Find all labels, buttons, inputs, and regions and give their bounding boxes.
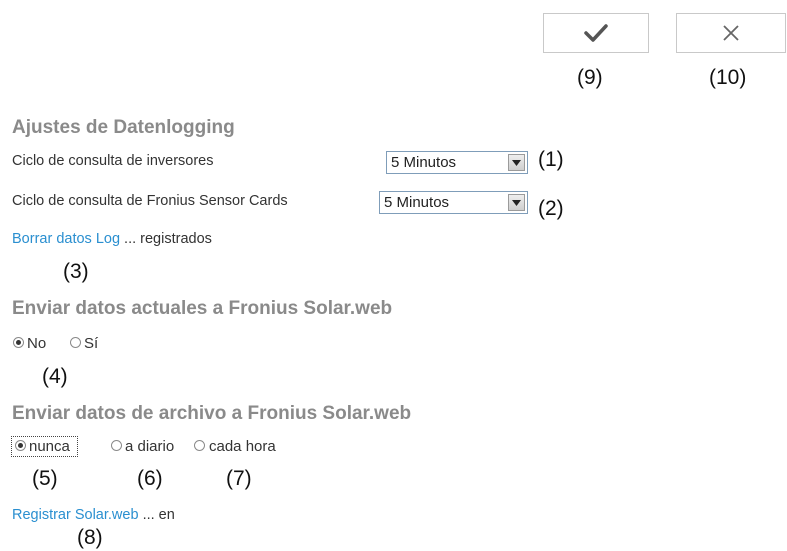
register-link[interactable]: Registrar Solar.web [12,507,139,523]
cancel-button[interactable] [676,13,786,53]
callout-3: (3) [63,260,89,283]
radio-current-no-label[interactable]: No [27,335,46,352]
radio-archive-daily[interactable] [111,440,122,451]
radio-archive-never-label[interactable]: nunca [29,438,70,455]
sensor-cycle-select[interactable]: 5 Minutos [379,191,528,214]
register-row: Registrar Solar.web ... en [12,507,175,523]
callout-1: (1) [538,148,564,171]
callout-6: (6) [137,467,163,490]
chevron-down-icon [508,194,525,211]
radio-archive-daily-label[interactable]: a diario [125,438,174,455]
sensor-cycle-label: Ciclo de consulta de Fronius Sensor Card… [12,193,288,209]
delete-log-link[interactable]: Borrar datos Log [12,231,120,247]
callout-5: (5) [32,467,58,490]
chevron-down-icon [508,154,525,171]
radio-archive-hourly[interactable] [194,440,205,451]
inverter-cycle-value: 5 Minutos [391,154,457,171]
radio-archive-hourly-label[interactable]: cada hora [209,438,276,455]
callout-2: (2) [538,197,564,220]
archive-data-title: Enviar datos de archivo a Fronius Solar.… [12,403,412,424]
datalogging-title: Ajustes de Datenlogging [12,117,235,138]
sensor-cycle-value: 5 Minutos [384,194,450,211]
close-icon [723,25,739,41]
radio-current-yes-label[interactable]: Sí [84,335,98,352]
inverter-cycle-label: Ciclo de consulta de inversores [12,153,214,169]
delete-log-row: Borrar datos Log ... registrados [12,231,212,247]
confirm-button[interactable] [543,13,649,53]
register-suffix: ... en [142,507,175,523]
callout-9: (9) [577,66,603,89]
callout-7: (7) [226,467,252,490]
delete-log-suffix: ... registrados [124,231,212,247]
radio-archive-never[interactable] [15,440,26,451]
inverter-cycle-select[interactable]: 5 Minutos [386,151,528,174]
check-icon [584,24,608,42]
callout-8: (8) [77,526,103,549]
radio-current-yes[interactable] [70,337,81,348]
callout-4: (4) [42,365,68,388]
current-data-title: Enviar datos actuales a Fronius Solar.we… [12,298,393,319]
callout-10: (10) [709,66,747,89]
radio-current-no[interactable] [13,337,24,348]
